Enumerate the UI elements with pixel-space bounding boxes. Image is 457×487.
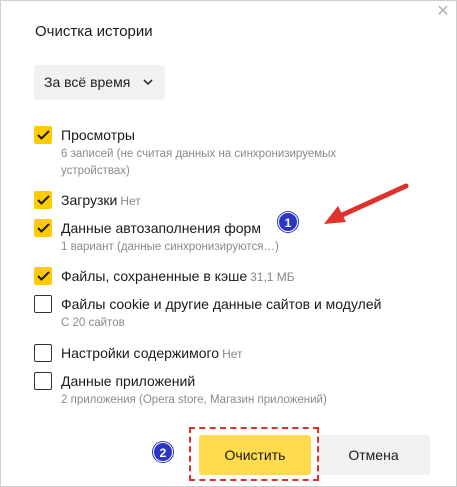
- option-label-wrap: Загрузки Нет: [61, 191, 141, 210]
- option-label: Файлы cookie и другие данные сайтов и мо…: [61, 296, 382, 312]
- red-arrow-icon: [324, 183, 409, 224]
- option-meta: Нет: [222, 347, 243, 361]
- dialog-title: Очистка истории: [35, 23, 153, 40]
- step-badge-1: 1: [278, 212, 298, 232]
- step-badge-2: 2: [153, 442, 173, 462]
- option-description: 6 записей (не считая данных на синхрониз…: [61, 148, 337, 177]
- option-meta: 31,1 МБ: [250, 270, 295, 284]
- chevron-down-icon: [143, 65, 153, 115]
- checkbox-cookies[interactable]: [34, 295, 52, 313]
- checkbox-downloads[interactable]: [34, 191, 52, 209]
- cancel-button[interactable]: Отмена: [317, 435, 430, 475]
- highlight-frame: [189, 427, 319, 481]
- option-label: Данные приложений: [61, 373, 196, 389]
- checkbox-cache[interactable]: [34, 267, 52, 285]
- checkbox-autofill[interactable]: [34, 219, 52, 237]
- option-label: Загрузки: [61, 192, 118, 208]
- period-dropdown[interactable]: За всё время: [34, 65, 165, 100]
- clear-history-dialog: ✕ Очистка истории За всё время Просмотры…: [0, 0, 457, 487]
- option-label: Данные автозаполнения форм: [61, 220, 261, 236]
- option-label: Настройки содержимого: [61, 345, 220, 361]
- checkbox-app-data[interactable]: [34, 372, 52, 390]
- option-label-wrap: Файлы, сохраненные в кэше 31,1 МБ: [61, 267, 295, 286]
- option-label: Файлы, сохраненные в кэше: [61, 268, 248, 284]
- option-description: 2 приложения (Opera store, Магазин прило…: [61, 394, 327, 406]
- option-label: Просмотры: [61, 127, 135, 143]
- period-selected-value: За всё время: [44, 74, 131, 90]
- option-meta: Нет: [120, 194, 141, 208]
- option-label-wrap: Настройки содержимого Нет: [61, 344, 243, 363]
- option-description: 1 вариант (данные синхронизируются…): [61, 241, 279, 253]
- checkbox-content-settings[interactable]: [34, 344, 52, 362]
- option-description: С 20 сайтов: [61, 317, 125, 329]
- close-icon[interactable]: ✕: [434, 3, 452, 21]
- checkbox-views[interactable]: [34, 126, 52, 144]
